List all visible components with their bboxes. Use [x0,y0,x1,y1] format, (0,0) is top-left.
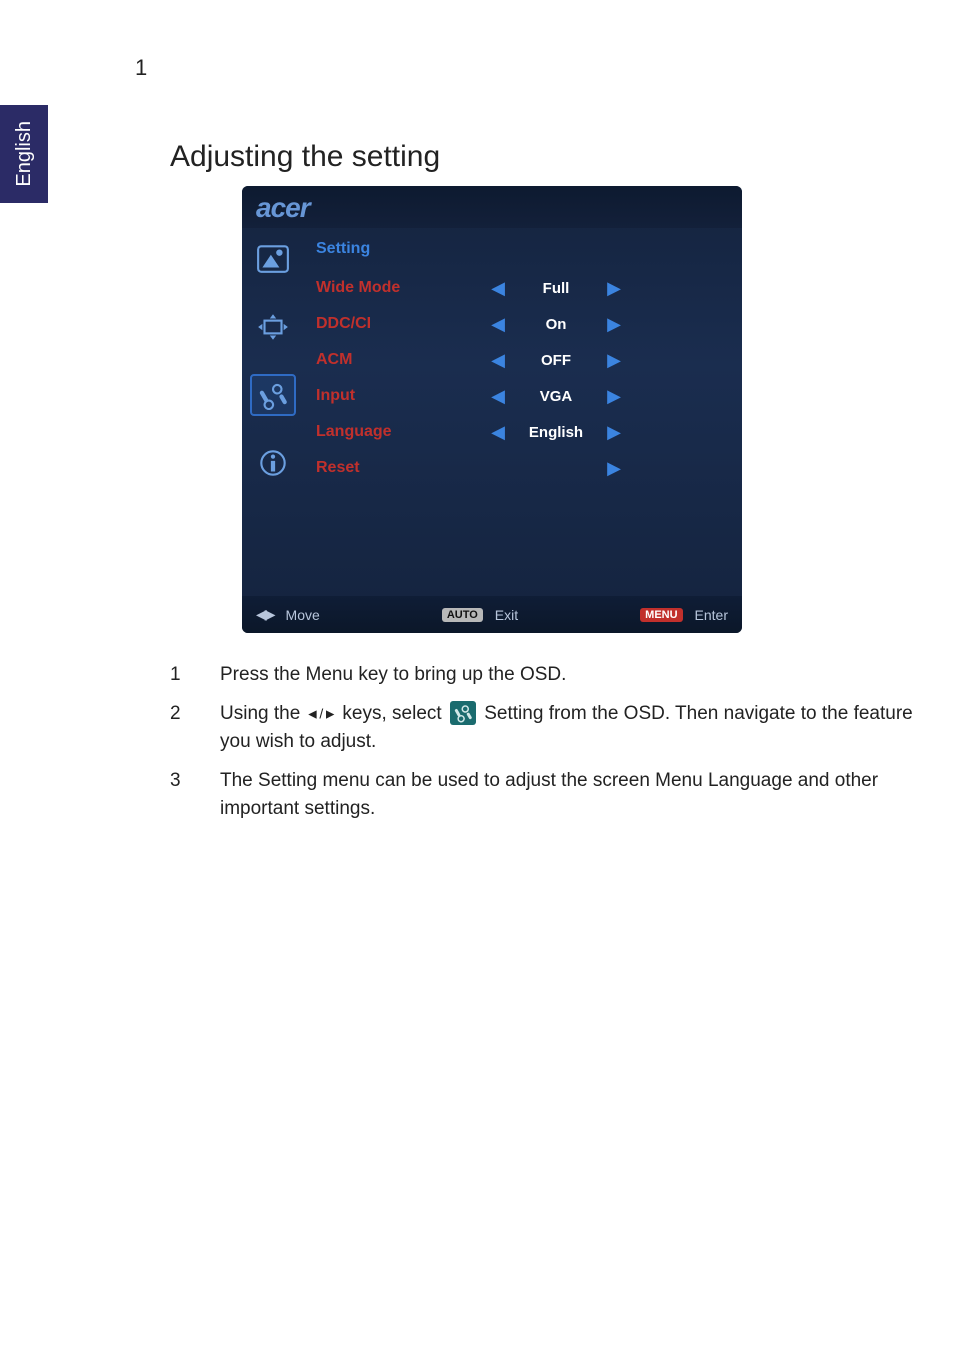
menu-row-input: Input VGA [316,378,724,414]
step2-pre: Using the [220,703,306,724]
menu-label: Input [316,387,486,405]
arrow-left-icon[interactable] [486,350,510,371]
settings-icon[interactable] [250,374,296,416]
side-tab-label: English [13,121,36,187]
osd-category-icons [242,228,312,596]
section-title: Adjusting the setting [170,140,930,174]
arrow-left-icon[interactable] [486,386,510,407]
menu-tag: MENU [640,608,682,622]
arrow-right-icon[interactable] [602,350,626,371]
step2-mid: keys, select [337,703,447,724]
osd-panel: acer Setting Wide Mode [242,186,742,633]
instruction-list: 1 Press the Menu key to bring up the OSD… [170,661,930,824]
menu-value: Full [510,280,602,297]
menu-value: VGA [510,388,602,405]
step-number: 1 [170,661,220,690]
arrow-right-icon[interactable] [602,422,626,443]
menu-label: Wide Mode [316,279,486,297]
step-number: 3 [170,767,220,824]
menu-row-language: Language English [316,414,724,450]
info-icon[interactable] [250,442,296,484]
step-text: The Setting menu can be used to adjust t… [220,767,930,824]
brand-logo: acer [256,192,310,223]
arrow-right-icon[interactable] [602,314,626,335]
auto-tag: AUTO [442,608,483,622]
position-icon[interactable] [250,306,296,348]
arrow-left-icon[interactable] [486,422,510,443]
menu-row-reset: Reset [316,450,724,486]
osd-header: acer [242,186,742,228]
menu-label: Language [316,423,486,441]
move-arrows-icon [256,606,278,623]
step-text: Press the Menu key to bring up the OSD. [220,661,930,690]
settings-inline-icon [450,701,476,725]
list-item: 2 Using the ◄/► keys, select Setting fro… [170,700,930,757]
menu-value: English [510,424,602,441]
arrow-keys-icon: ◄/► [306,705,338,721]
step-text: Using the ◄/► keys, select Setting from … [220,700,930,757]
menu-value: On [510,316,602,333]
picture-icon[interactable] [250,238,296,280]
page-number: 1 [135,55,147,81]
step-number: 2 [170,700,220,757]
osd-menu-title: Setting [316,240,724,258]
arrow-left-icon[interactable] [486,278,510,299]
footer-exit-label: Exit [495,607,518,623]
menu-value: OFF [510,352,602,369]
language-side-tab: English [0,105,48,203]
arrow-right-icon[interactable] [602,386,626,407]
menu-label: DDC/CI [316,315,486,333]
list-item: 1 Press the Menu key to bring up the OSD… [170,661,930,690]
list-item: 3 The Setting menu can be used to adjust… [170,767,930,824]
menu-row-ddcci: DDC/CI On [316,306,724,342]
footer-move-label: Move [286,607,320,623]
menu-row-acm: ACM OFF [316,342,724,378]
arrow-right-icon[interactable] [602,458,626,479]
footer-enter-label: Enter [695,607,728,623]
arrow-right-icon[interactable] [602,278,626,299]
menu-label: ACM [316,351,486,369]
menu-label: Reset [316,459,486,477]
menu-row-wide-mode: Wide Mode Full [316,270,724,306]
arrow-left-icon[interactable] [486,314,510,335]
osd-footer: Move AUTO Exit MENU Enter [242,596,742,633]
